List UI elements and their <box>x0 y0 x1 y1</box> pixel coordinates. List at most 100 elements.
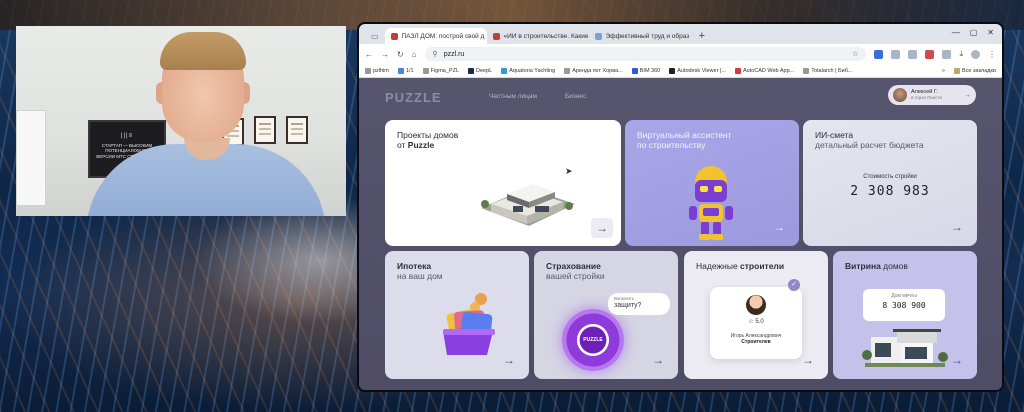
card-title: Виртуальный ассистент <box>637 130 732 140</box>
card-title: Надежные строители <box>696 261 785 271</box>
speaker-hair <box>160 32 246 70</box>
card-arrow-button[interactable]: → <box>499 351 519 369</box>
card-insurance[interactable]: Страхование вашей стройки PUZZLE Включит… <box>534 251 678 379</box>
tab-label: Эффективный труд и образ <box>605 32 690 40</box>
tab-ai-construction[interactable]: «ИИ в строительстве. Какие ✕ <box>487 28 589 44</box>
builder-profile-card: ☆ 5.0 Игорь Александрович Строителев <box>710 287 802 359</box>
download-icon[interactable]: ⤓ <box>959 49 963 59</box>
card-subtitle: от Puzzle <box>397 140 435 150</box>
card-arrow-button[interactable]: → <box>947 218 967 236</box>
home-icon[interactable]: ⌂ <box>412 50 417 59</box>
bookmark-item[interactable]: AutoCAD Web App... <box>734 67 794 74</box>
price-label: Дом мечты <box>891 293 917 299</box>
user-menu[interactable]: Алексей Г. в горах Пьесте → <box>888 85 976 105</box>
extension-icon[interactable] <box>942 49 952 59</box>
webcam-feed: |||≡ СТАРТАП — ВЫСОКИМ ПОТЕНЦИАЛОМ ПО ВЕ… <box>16 26 346 216</box>
price-value: 8 308 900 <box>882 301 926 310</box>
site-info-icon[interactable]: ⚲ <box>433 50 438 58</box>
bookmark-item[interactable]: BIM 360 <box>631 67 660 74</box>
card-subtitle: детальный расчет бюджета <box>815 140 924 150</box>
robot-mascot-image <box>689 166 733 240</box>
cost-label: Стоимость стройки <box>863 174 917 180</box>
card-title: Проекты домов <box>397 130 459 140</box>
back-icon[interactable]: ← <box>365 50 373 59</box>
tab-label: ПАЗЛ ДОМ: построй свой д <box>401 32 485 40</box>
whiteboard <box>16 110 46 206</box>
extension-icon[interactable] <box>925 49 935 59</box>
dream-house-price: Дом мечты 8 308 900 <box>863 289 945 321</box>
tab-label: «ИИ в строительстве. Какие <box>503 32 589 40</box>
forward-icon[interactable]: → <box>381 50 389 59</box>
bookmarks-bar: pzlhim 1/1 Figma_PZL DeepL Aquatoria Yac… <box>359 64 1002 78</box>
builder-avatar <box>746 295 766 315</box>
site-logo[interactable]: PUZZLE <box>385 90 442 105</box>
reload-icon[interactable]: ↻ <box>397 50 404 59</box>
bookmark-item[interactable]: Aquatoria Yachting <box>501 67 555 74</box>
card-subtitle: на ваш дом <box>397 271 443 281</box>
star-icon: ☆ <box>748 319 754 325</box>
bookmark-item[interactable]: DeepL <box>468 67 492 74</box>
tab-effective-work[interactable]: Эффективный труд и образ ✕ <box>589 28 691 44</box>
verified-check-icon: ✓ <box>788 279 800 291</box>
nav-private[interactable]: Частным лицам <box>489 93 537 100</box>
ring-label: PUZZLE <box>583 337 603 343</box>
user-arrow-icon: → <box>964 91 971 99</box>
bookmark-star-icon[interactable]: ☆ <box>852 50 858 58</box>
maximize-icon[interactable]: ▢ <box>970 28 978 37</box>
browser-toolbar: ← → ↻ ⌂ ⚲ pzzl.ru ☆ ⤓ ⋮ <box>359 44 1002 64</box>
tab-pazl-dom[interactable]: ПАЗЛ ДОМ: построй свой д ✕ <box>384 28 487 44</box>
card-title: ИИ-смета <box>815 130 854 140</box>
nav-business[interactable]: Бизнес <box>565 93 586 100</box>
tab-favicon <box>594 32 602 40</box>
minimize-icon[interactable]: — <box>952 28 960 37</box>
cost-value: 2 308 983 <box>850 184 930 199</box>
tab-favicon <box>492 32 500 40</box>
builder-role: Строителев <box>741 339 771 345</box>
card-virtual-assistant[interactable]: Виртуальный ассистент по строительству → <box>625 120 799 246</box>
all-bookmarks[interactable]: Все закладки <box>953 67 996 74</box>
window-close-icon[interactable]: ✕ <box>987 28 994 37</box>
new-tab-icon[interactable]: + <box>691 30 713 44</box>
card-arrow-button[interactable]: → <box>798 351 818 369</box>
extension-icon[interactable] <box>874 49 884 59</box>
site-nav: Частным лицам Бизнес <box>489 93 586 100</box>
tab-search-icon[interactable]: ▭ <box>365 32 385 44</box>
mouse-cursor-icon: ➤ <box>565 166 573 176</box>
card-arrow-button[interactable]: → <box>769 218 789 236</box>
extension-icon[interactable] <box>891 49 901 59</box>
extension-icon[interactable] <box>908 49 918 59</box>
bookmarks-overflow-icon[interactable]: » <box>942 68 945 74</box>
bookmark-item[interactable]: 1/1 <box>397 67 414 74</box>
card-subtitle: вашей стройки <box>546 271 605 281</box>
card-arrow-button[interactable]: → <box>947 351 967 369</box>
insurance-ring-image: PUZZLE <box>562 309 624 371</box>
puzzle-site: PUZZLE Частным лицам Бизнес Алексей Г. в… <box>359 78 1002 390</box>
bookmark-item[interactable]: Totalarch | Биб... <box>803 67 852 74</box>
window-controls: — ▢ ✕ <box>952 28 994 37</box>
bookmark-item[interactable]: pzlhim <box>365 67 389 74</box>
bookmark-item[interactable]: Figma_PZL <box>422 67 459 74</box>
address-bar[interactable]: ⚲ pzzl.ru ☆ <box>424 47 867 61</box>
card-arrow-button[interactable]: → <box>591 218 613 238</box>
speaker <box>76 26 336 216</box>
profile-icon[interactable] <box>971 49 980 59</box>
card-mortgage[interactable]: Ипотека на ваш дом → <box>385 251 529 379</box>
tab-favicon <box>390 32 398 40</box>
card-arrow-button[interactable]: → <box>648 351 668 369</box>
builder-rating: ☆ 5.0 <box>748 319 764 325</box>
card-title: Страхование <box>546 261 601 271</box>
card-house-projects[interactable]: Проекты домов от Puzzle ➤ → <box>385 120 621 246</box>
card-ai-estimate[interactable]: ИИ-смета детальный расчет бюджета Стоимо… <box>803 120 977 246</box>
browser-window: ▭ ПАЗЛ ДОМ: построй свой д ✕ «ИИ в строи… <box>359 24 1002 390</box>
card-reliable-builders[interactable]: Надежные строители ☆ 5.0 Игорь Александр… <box>684 251 828 379</box>
bookmark-item[interactable]: Autodesk Viewer |... <box>669 67 726 74</box>
url-text: pzzl.ru <box>443 50 465 58</box>
menu-kebab-icon[interactable]: ⋮ <box>988 50 996 59</box>
tab-bar: ▭ ПАЗЛ ДОМ: построй свой д ✕ «ИИ в строи… <box>359 24 1002 44</box>
card-house-showcase[interactable]: Витрина домов Дом мечты 8 308 900 → <box>833 251 977 379</box>
user-name: Алексей Г. в горах Пьесте <box>911 89 943 100</box>
wallet-image <box>443 293 495 355</box>
villa-image <box>862 329 948 367</box>
bookmark-item[interactable]: Аренда яхт Хорва... <box>564 67 623 74</box>
card-title: Ипотека <box>397 261 432 271</box>
